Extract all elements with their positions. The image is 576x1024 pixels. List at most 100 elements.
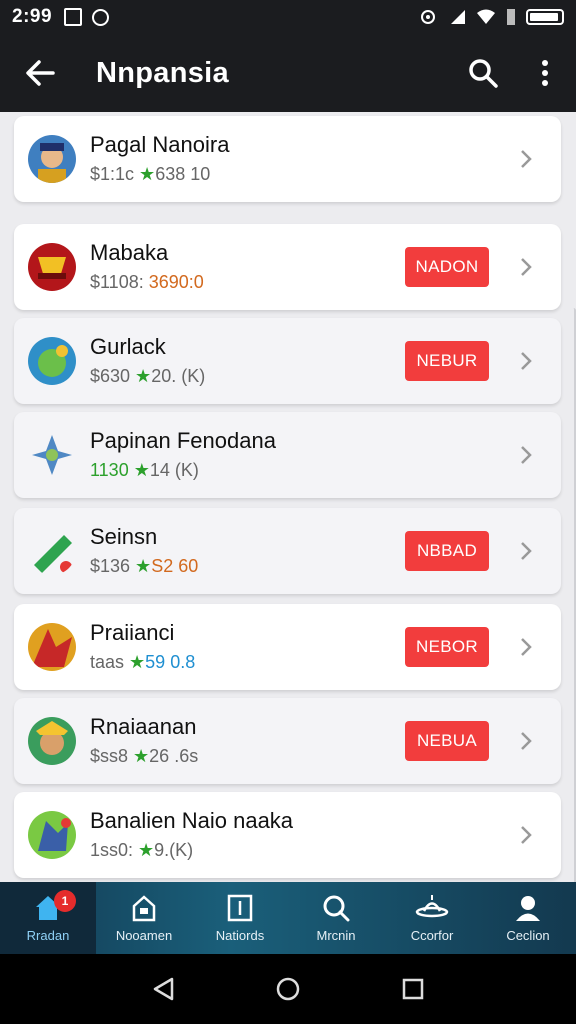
circle-home-icon — [276, 977, 300, 1001]
install-badge[interactable]: NEBUR — [405, 341, 489, 381]
nav-label: Natiords — [215, 927, 265, 943]
nav-label: Nooamen — [115, 927, 173, 943]
list-item[interactable]: Praiianci taas ★59 0.8 NEBOR — [14, 604, 561, 690]
nav-label: Mrcnin — [316, 927, 356, 943]
nav-label: Ccorfor — [410, 927, 454, 943]
nav-item-6[interactable]: Ceclion — [480, 882, 576, 954]
app-info: Seinsn $136 ★S2 60 — [90, 523, 405, 579]
app-icon — [28, 337, 76, 385]
list-item[interactable]: Mabaka $1108: 3690:0 NADON — [14, 224, 561, 310]
app-bar: Nnpansia — [0, 34, 576, 112]
list-item[interactable]: Seinsn $136 ★S2 60 NBBAD — [14, 508, 561, 594]
app-icon — [28, 623, 76, 671]
app-name: Praiianci — [90, 620, 175, 645]
sync-icon — [92, 8, 110, 26]
list-item[interactable]: Banalien Naio naaka 1ss0: ★9.(K) — [14, 792, 561, 878]
star-icon: ★ — [133, 460, 150, 480]
star-icon: ★ — [139, 164, 156, 184]
status-right — [420, 8, 564, 26]
install-badge[interactable]: NADON — [405, 247, 489, 287]
document-icon — [227, 894, 253, 921]
app-icon — [28, 811, 76, 859]
screenshot-icon — [64, 8, 83, 26]
nav-item-3[interactable]: Natiords — [192, 882, 288, 954]
search-button[interactable] — [452, 34, 514, 112]
app-price: $630 — [90, 366, 136, 386]
app-info: Pagal Nanoira $1:1c ★638 10 — [90, 131, 515, 187]
app-price: taas — [90, 652, 130, 672]
page-title: Nnpansia — [96, 56, 229, 89]
nav-label: Rradan — [26, 927, 70, 943]
app-rating: 3690:0 — [148, 272, 204, 292]
chevron-right-icon — [515, 148, 537, 170]
nav-item-4[interactable]: Mrcnin — [288, 882, 384, 954]
bag-icon — [132, 894, 156, 921]
star-icon: ★ — [135, 366, 152, 386]
app-name: Seinsn — [90, 524, 158, 549]
more-options-button[interactable] — [514, 34, 576, 112]
system-recents-button[interactable] — [393, 969, 433, 1009]
search-icon — [323, 895, 350, 921]
status-bar: 2:99 — [0, 0, 576, 34]
app-info: Praiianci taas ★59 0.8 — [90, 619, 405, 675]
app-icon — [28, 527, 76, 575]
install-badge[interactable]: NBBAD — [405, 531, 489, 571]
app-icon — [28, 431, 76, 479]
app-rating: 26 .6s — [149, 746, 199, 766]
install-badge[interactable]: NEBOR — [405, 627, 489, 667]
app-info: Gurlack $630 ★20. (K) — [90, 333, 405, 389]
chevron-right-icon — [515, 730, 537, 752]
system-home-button[interactable] — [268, 969, 308, 1009]
list-item[interactable]: Rnaiaanan $ss8 ★26 .6s NEBUA — [14, 698, 561, 784]
nav-item-home[interactable]: 1 Rradan — [0, 882, 96, 954]
person-icon — [516, 895, 540, 921]
battery-icon — [526, 9, 564, 25]
app-info: Papinan Fenodana 1130 ★14 (K) — [90, 427, 515, 483]
star-icon: ★ — [129, 652, 146, 672]
nav-item-5[interactable]: Ccorfor — [384, 882, 480, 954]
app-rating: 638 10 — [155, 164, 211, 184]
chevron-right-icon — [515, 540, 537, 562]
star-icon: ★ — [135, 556, 152, 576]
app-price: $1108: — [90, 272, 149, 292]
install-badge[interactable]: NEBUA — [405, 721, 489, 761]
system-nav-bar — [0, 954, 576, 1024]
app-name: Pagal Nanoira — [90, 132, 230, 157]
app-price: $1:1c — [90, 164, 140, 184]
app-price: 1ss0: — [90, 840, 139, 860]
notification-badge: 1 — [54, 890, 76, 912]
nav-label: Ceclion — [506, 927, 550, 943]
app-meta: $136 ★S2 60 — [90, 553, 405, 579]
app-price: 1130 — [90, 460, 134, 480]
system-back-button[interactable] — [143, 969, 183, 1009]
list-item[interactable]: Gurlack $630 ★20. (K) NEBUR — [14, 318, 561, 404]
app-rating: 14 (K) — [149, 460, 199, 480]
app-info: Banalien Naio naaka 1ss0: ★9.(K) — [90, 807, 515, 863]
app-rating: S2 60 — [151, 556, 199, 576]
list-item[interactable]: Papinan Fenodana 1130 ★14 (K) — [14, 412, 561, 498]
status-time: 2:99 — [12, 6, 53, 27]
scrollbar[interactable] — [571, 308, 576, 882]
sim-icon — [507, 9, 515, 25]
app-meta: 1ss0: ★9.(K) — [90, 837, 515, 863]
chevron-right-icon — [515, 256, 537, 278]
app-meta: $ss8 ★26 .6s — [90, 743, 405, 769]
back-arrow-icon — [26, 60, 55, 86]
star-icon: ★ — [138, 840, 155, 860]
app-meta: $1:1c ★638 10 — [90, 161, 515, 187]
wifi-icon — [477, 9, 495, 24]
app-info: Mabaka $1108: 3690:0 — [90, 239, 405, 295]
chevron-right-icon — [515, 350, 537, 372]
app-meta: $630 ★20. (K) — [90, 363, 405, 389]
back-button[interactable] — [0, 34, 80, 112]
app-icon — [28, 717, 76, 765]
app-name: Rnaiaanan — [90, 714, 197, 739]
app-name: Banalien Naio naaka — [90, 808, 294, 833]
hat-icon — [415, 894, 449, 917]
list-item[interactable]: Pagal Nanoira $1:1c ★638 10 — [14, 116, 561, 202]
bottom-nav: 1 Rradan Nooamen Natiords Mrcnin Ccorfor… — [0, 882, 576, 954]
app-price: $136 — [90, 556, 136, 576]
nav-item-2[interactable]: Nooamen — [96, 882, 192, 954]
chevron-right-icon — [515, 636, 537, 658]
app-list[interactable]: Pagal Nanoira $1:1c ★638 10 Mabaka $1108… — [0, 112, 576, 882]
